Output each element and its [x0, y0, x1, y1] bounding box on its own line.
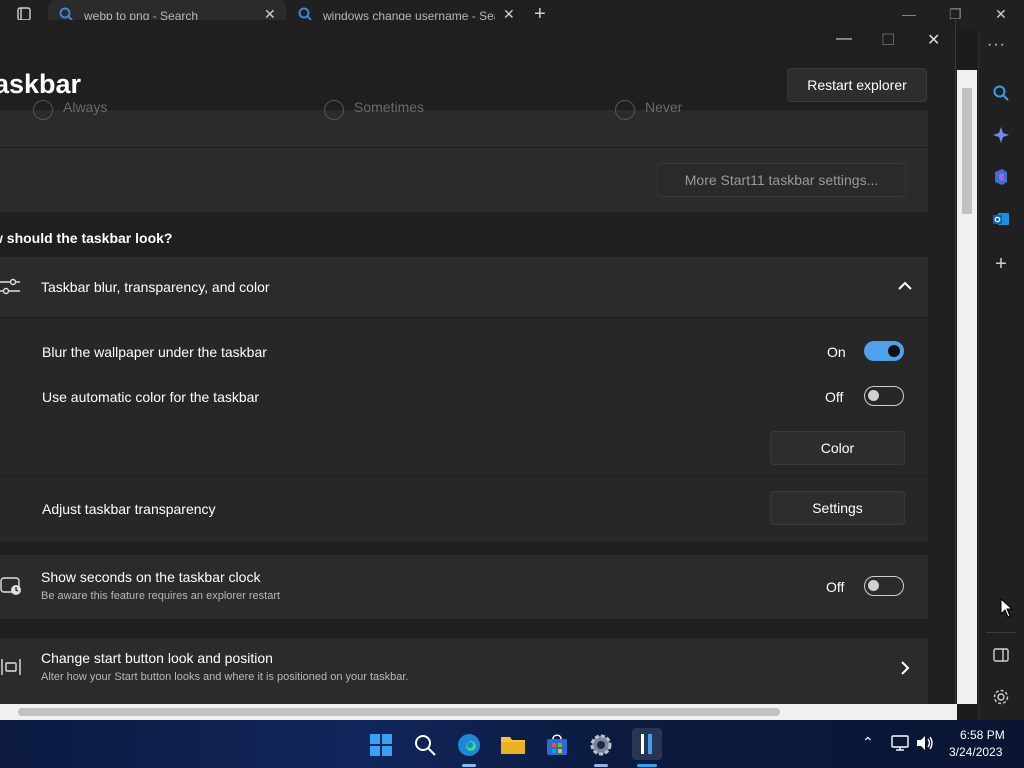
- add-icon[interactable]: +: [990, 253, 1012, 275]
- radio-never[interactable]: [615, 100, 635, 120]
- divider: [986, 632, 1016, 633]
- toggle-knob: [888, 345, 900, 357]
- page-title: askbar: [0, 69, 82, 99]
- transparency-label: Adjust taskbar transparency: [42, 501, 216, 517]
- minimize-icon[interactable]: —: [836, 30, 852, 48]
- sidebar-toggle-icon[interactable]: [990, 644, 1012, 666]
- chevron-up-icon[interactable]: [898, 281, 912, 291]
- sliders-icon: [0, 278, 20, 295]
- toggle-state-text: On: [827, 344, 846, 360]
- seconds-label: Show seconds on the taskbar clock: [41, 569, 261, 585]
- copilot-sparkle-icon[interactable]: [990, 124, 1012, 146]
- toggle-knob: [868, 390, 879, 401]
- toggle-state-text: Off: [825, 389, 844, 405]
- scrollbar-thumb[interactable]: [962, 88, 972, 214]
- edge-icon[interactable]: [456, 732, 482, 758]
- auto-color-toggle[interactable]: [864, 386, 904, 406]
- start-button-description: Alter how your Start button looks and wh…: [41, 671, 409, 683]
- search-icon[interactable]: [990, 82, 1012, 104]
- network-icon[interactable]: [890, 734, 910, 752]
- store-icon[interactable]: [544, 732, 570, 758]
- running-indicator: [594, 764, 608, 767]
- auto-color-label: Use automatic color for the taskbar: [42, 389, 260, 405]
- close-icon[interactable]: ✕: [995, 6, 1007, 23]
- mouse-cursor-icon: [1000, 598, 1014, 618]
- running-indicator: [462, 764, 476, 767]
- transparency-settings-button[interactable]: Settings: [770, 491, 905, 525]
- blur-wallpaper-label: Blur the wallpaper under the taskbar: [42, 344, 267, 360]
- radio-label: Always: [63, 99, 108, 115]
- radio-always[interactable]: [33, 100, 53, 120]
- start-icon[interactable]: [368, 732, 394, 758]
- blur-wallpaper-toggle[interactable]: [864, 341, 904, 361]
- more-icon[interactable]: ···: [987, 36, 1006, 54]
- active-indicator: [637, 764, 657, 767]
- scrollbar-thumb[interactable]: [18, 708, 780, 716]
- seconds-description: Be aware this feature requires an explor…: [41, 590, 281, 602]
- more-start11-settings-button[interactable]: More Start11 taskbar settings...: [657, 163, 906, 197]
- start-button-label: Change start button look and position: [41, 650, 273, 666]
- volume-icon[interactable]: [915, 734, 935, 752]
- clock-radio-card: [0, 110, 928, 147]
- radio-label: Sometimes: [354, 99, 425, 115]
- radio-label: Never: [645, 99, 683, 115]
- position-icon: [1, 659, 21, 675]
- search-icon[interactable]: [412, 732, 438, 758]
- toggle-knob: [868, 580, 879, 591]
- chevron-up-icon[interactable]: ⌃: [862, 734, 874, 751]
- seconds-toggle[interactable]: [864, 576, 904, 596]
- expander-label: Taskbar blur, transparency, and color: [41, 279, 270, 295]
- start11-icon[interactable]: [632, 728, 662, 760]
- vertical-scrollbar[interactable]: [957, 70, 977, 704]
- close-icon[interactable]: ✕: [927, 30, 940, 50]
- radio-sometimes[interactable]: [324, 100, 344, 120]
- maximize-icon[interactable]: ☐: [881, 30, 895, 50]
- outlook-icon[interactable]: [990, 208, 1012, 230]
- clock-icon: [0, 577, 21, 595]
- toggle-state-text: Off: [826, 579, 845, 595]
- start11-window: — ☐ ✕ askbar Restart explorer Always Som…: [0, 20, 956, 704]
- chevron-right-icon[interactable]: [900, 661, 910, 675]
- clock-date[interactable]: 3/24/2023: [949, 745, 1002, 759]
- seconds-card: [0, 555, 928, 619]
- clock-time[interactable]: 6:58 PM: [960, 728, 1005, 742]
- section-heading: w should the taskbar look?: [0, 230, 173, 246]
- settings-icon[interactable]: [588, 732, 614, 758]
- gear-icon[interactable]: [990, 686, 1012, 708]
- restart-explorer-button[interactable]: Restart explorer: [787, 68, 927, 102]
- horizontal-scrollbar[interactable]: [0, 704, 957, 720]
- file-explorer-icon[interactable]: [500, 732, 526, 758]
- color-button[interactable]: Color: [770, 431, 905, 465]
- office-icon[interactable]: [990, 166, 1012, 188]
